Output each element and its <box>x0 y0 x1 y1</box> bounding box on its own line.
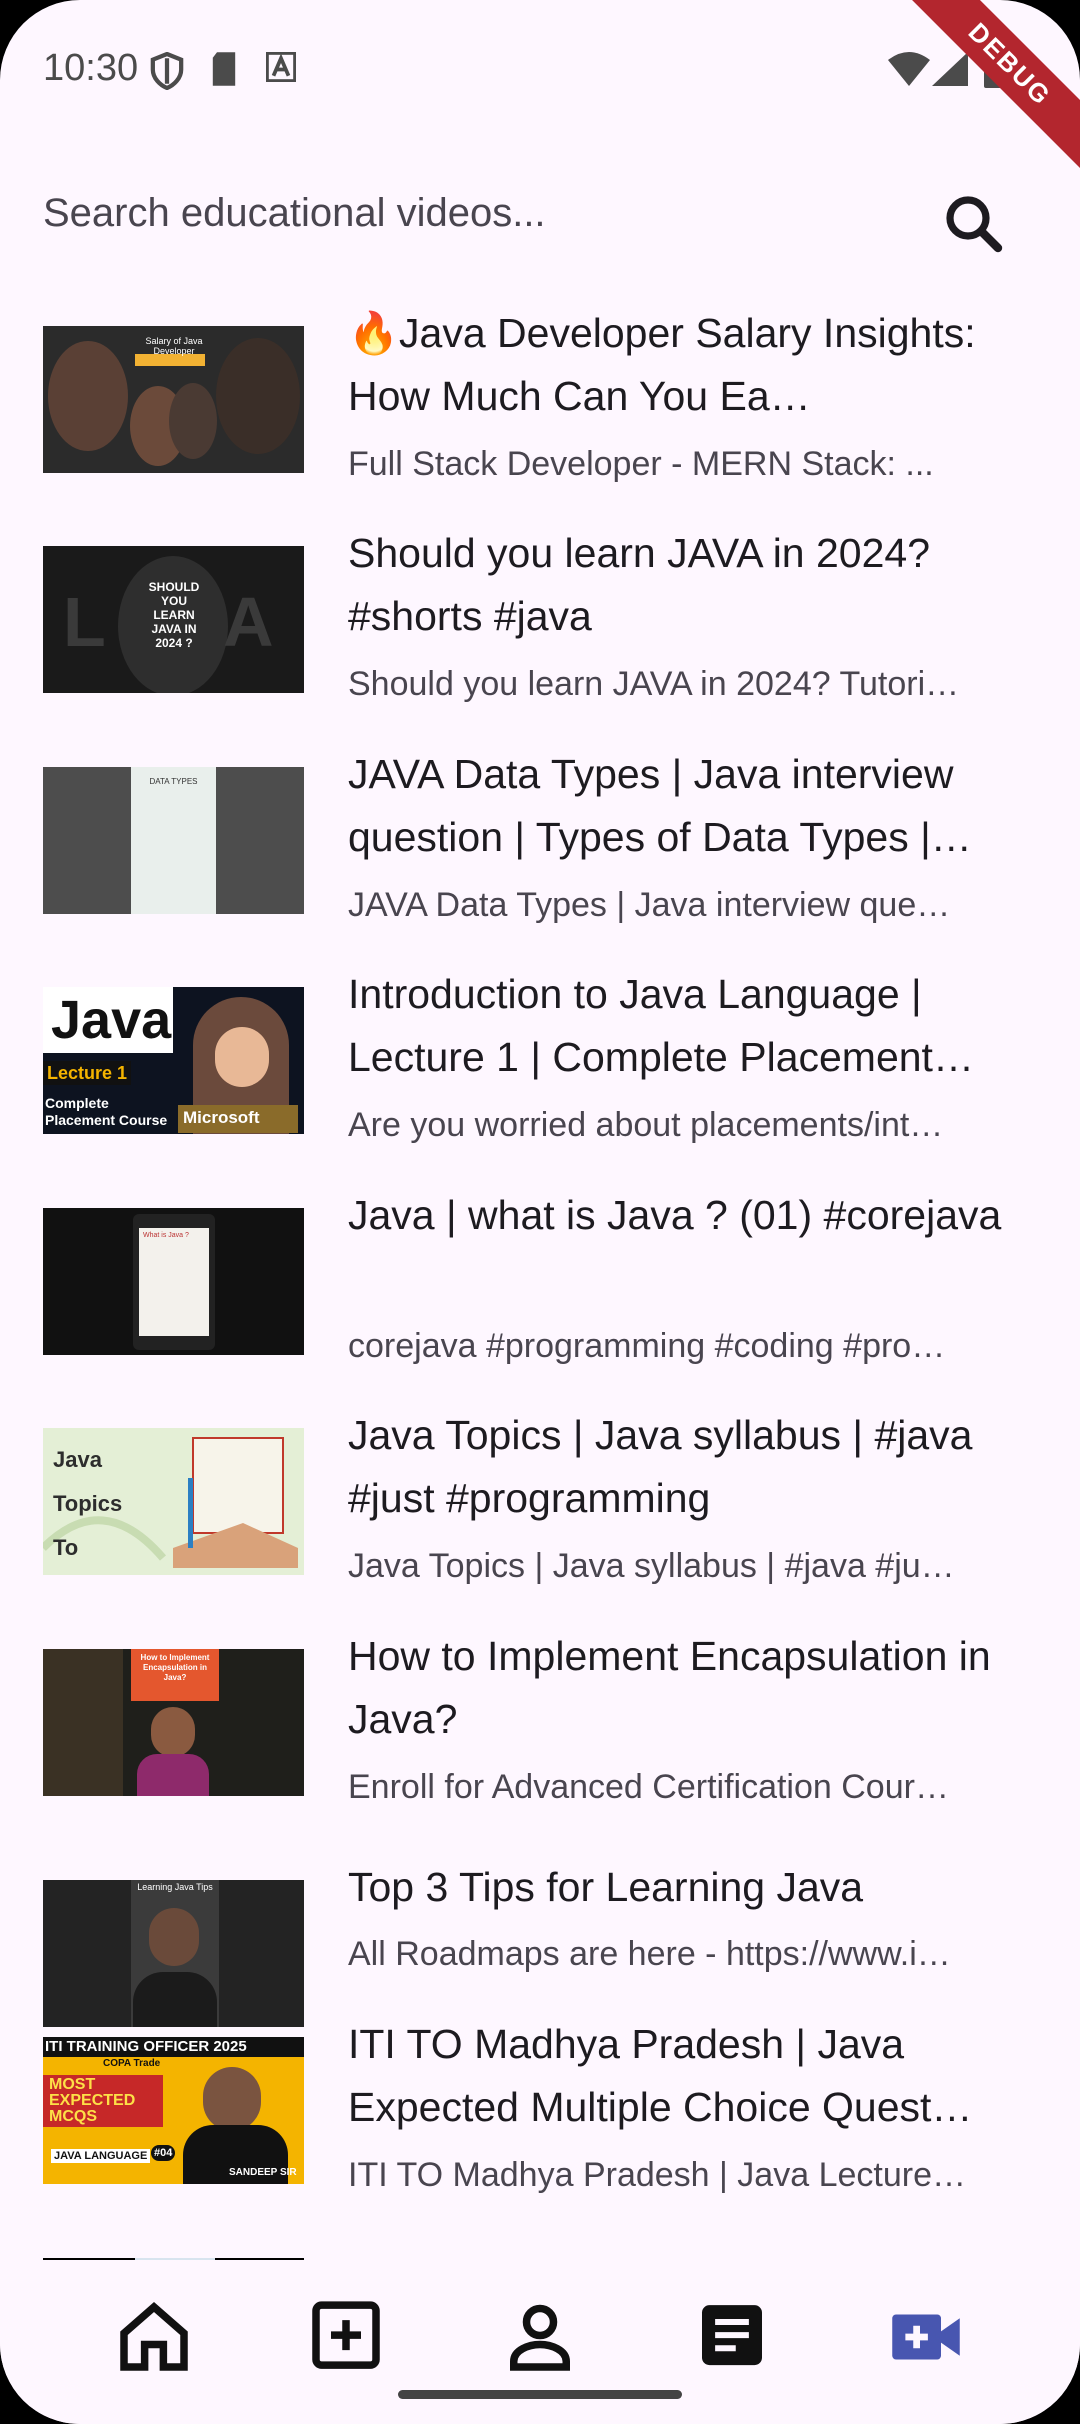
video-description: JAVA Data Types | Java interview que… <box>348 886 951 924</box>
list-item[interactable]: ITI TRAINING OFFICER 2025 COPA Trade MOS… <box>0 2011 1080 2221</box>
thumbnail-mcq: MOST EXPECTED MCQS <box>49 2076 136 2125</box>
video-thumbnail: How to Implement Encapsulation in Java? <box>43 1649 304 1796</box>
list-item[interactable]: Salary of Java Developer 🔥Java Developer… <box>0 300 1080 510</box>
video-description: All Roadmaps are here - https://www.i… <box>348 1935 951 1973</box>
wifi-icon <box>888 52 930 86</box>
thumbnail-caption: Java Topics To Learn <box>53 1447 123 1560</box>
thumbnail-course: Complete Placement Course <box>45 1095 168 1128</box>
article-icon[interactable] <box>682 2292 782 2382</box>
video-thumbnail <box>43 2258 304 2260</box>
list-item[interactable]: How to Implement Encapsulation in Java? … <box>0 1623 1080 1833</box>
video-thumbnail: DATA TYPES <box>43 767 304 914</box>
home-icon[interactable] <box>104 2292 204 2382</box>
video-call-icon[interactable] <box>876 2292 976 2382</box>
bottom-navigation <box>0 2270 1080 2424</box>
thumbnail-lang: JAVA LANGUAGE <box>51 2149 151 2163</box>
status-time: 10:30 <box>43 47 139 89</box>
thumbnail-author: SANDEEP SIR <box>229 2167 297 2178</box>
status-bar: 10:30 DEBUG <box>0 0 1080 173</box>
search-input[interactable] <box>43 178 903 248</box>
svg-text:A: A <box>223 583 274 661</box>
thumbnail-trade: COPA Trade <box>103 2058 161 2069</box>
thumbnail-caption: What is Java ? <box>143 1232 189 1239</box>
video-thumbnail: ITI TRAINING OFFICER 2025 COPA Trade MOS… <box>43 2037 304 2184</box>
thumbnail-caption: Java <box>51 990 172 1050</box>
thumbnail-caption: ITI TRAINING OFFICER 2025 <box>45 2038 247 2055</box>
video-title: Top 3 Tips for Learning Java <box>348 1864 864 1910</box>
video-title: Java Topics | Java syllabus | #java #jus… <box>348 1412 973 1521</box>
video-title: Should you learn JAVA in 2024? #shorts #… <box>348 530 931 639</box>
video-title: Java | what is Java ? (01) #corejava <box>348 1192 1002 1238</box>
thumbnail-caption: SHOULD YOU LEARN JAVA IN 2024 ? <box>148 580 200 650</box>
thumbnail-caption: DATA TYPES <box>149 777 198 786</box>
sd-card-icon <box>212 52 236 86</box>
video-title: How to Implement Encapsulation in Java? <box>348 1633 991 1742</box>
video-description: Enroll for Advanced Certification Cour… <box>348 1768 949 1806</box>
signal-icon <box>932 52 968 86</box>
video-thumbnail: Java Topics To Learn <box>43 1428 304 1575</box>
thumbnail-caption: Salary of Java Developer <box>145 336 203 356</box>
person-icon[interactable] <box>490 2292 590 2382</box>
list-item[interactable] <box>0 2232 1080 2260</box>
list-item[interactable]: DATA TYPES JAVA Data Types | Java interv… <box>0 741 1080 951</box>
video-description: Are you worried about placements/int… <box>348 1106 944 1144</box>
thumbnail-lecture: Lecture 1 <box>47 1063 128 1083</box>
app-screen: 10:30 DEBUG Search educational videos...… <box>0 0 1080 2424</box>
text-a-icon <box>266 52 296 82</box>
list-item[interactable]: Java Lecture 1 Complete Placement Course… <box>0 961 1080 1171</box>
video-thumbnail: What is Java ? <box>43 1208 304 1355</box>
video-description: ITI TO Madhya Pradesh | Java Lecture… <box>348 2156 966 2194</box>
video-description: corejava #programming #coding #pro… <box>348 1327 946 1365</box>
video-description: Should you learn JAVA in 2024? Tutori… <box>348 665 960 703</box>
list-item[interactable]: What is Java ? Java | what is Java ? (01… <box>0 1182 1080 1392</box>
shield-icon <box>150 52 184 90</box>
gesture-home-indicator[interactable] <box>398 2390 682 2399</box>
thumbnail-episode: #04 <box>151 2145 176 2161</box>
svg-text:L: L <box>63 583 106 661</box>
video-description: Full Stack Developer - MERN Stack: ... <box>348 445 934 483</box>
video-thumbnail: Learning Java Tips <box>43 1880 304 2027</box>
video-title: JAVA Data Types | Java interview questio… <box>348 751 972 860</box>
search-bar <box>0 160 1080 280</box>
video-title: Introduction to Java Language | Lecture … <box>348 971 974 1080</box>
thumbnail-brand: Microsoft <box>183 1108 260 1127</box>
search-icon[interactable] <box>938 188 1010 260</box>
video-title: 🔥Java Developer Salary Insights: How Muc… <box>348 310 976 419</box>
add-box-icon[interactable] <box>296 2292 396 2382</box>
video-thumbnail: Salary of Java Developer <box>43 326 304 473</box>
video-thumbnail: Java Lecture 1 Complete Placement Course… <box>43 987 304 1134</box>
video-title: ITI TO Madhya Pradesh | Java Expected Mu… <box>348 2021 973 2130</box>
list-item[interactable]: Java Topics To Learn Java Topics | Java … <box>0 1402 1080 1612</box>
thumbnail-caption: How to Implement Encapsulation in Java? <box>140 1653 210 1682</box>
list-item[interactable]: L A SHOULD YOU LEARN JAVA IN 2024 ? Shou… <box>0 520 1080 730</box>
video-thumbnail: L A SHOULD YOU LEARN JAVA IN 2024 ? <box>43 546 304 693</box>
video-description: Java Topics | Java syllabus | #java #ju… <box>348 1547 955 1585</box>
video-list[interactable]: Salary of Java Developer 🔥Java Developer… <box>0 300 1080 2260</box>
thumbnail-caption: Learning Java Tips <box>137 1882 213 1892</box>
